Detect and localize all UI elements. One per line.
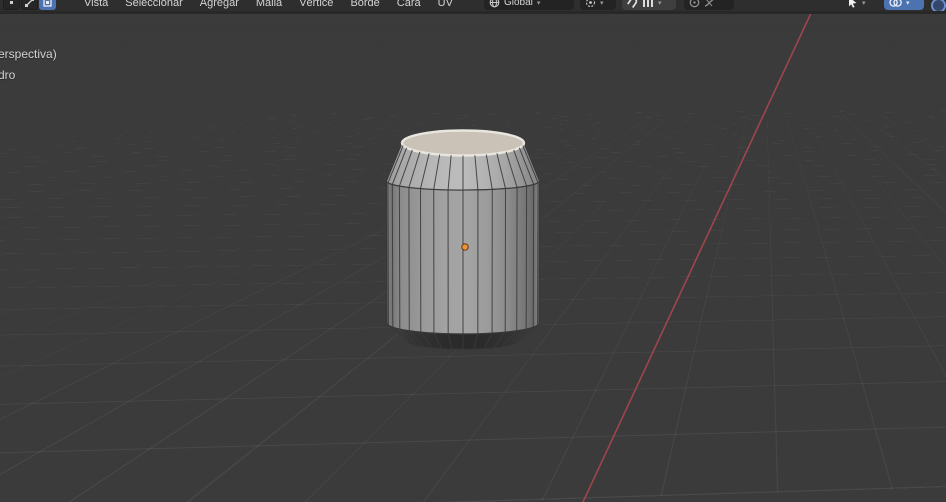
viewport-3d[interactable]: erspectiva) dro bbox=[0, 14, 946, 502]
globe-orientation-icon bbox=[489, 0, 500, 8]
dropdown-caret-icon: ▾ bbox=[862, 0, 866, 7]
transform-orientation-dropdown[interactable]: Global ▾ bbox=[484, 0, 574, 10]
cursor-gizmo-icon bbox=[849, 0, 857, 8]
falloff-curve-icon bbox=[704, 0, 714, 7]
menu-vertice[interactable]: Vértice bbox=[299, 0, 333, 9]
overlays-icon bbox=[889, 0, 902, 7]
menu-borde[interactable]: Borde bbox=[350, 0, 379, 9]
viewport-shading-sphere-icon[interactable] bbox=[931, 0, 946, 11]
x-axis-line bbox=[582, 14, 812, 502]
viewport-info-text: erspectiva) dro bbox=[0, 44, 57, 86]
pivot-point-dropdown[interactable]: ▾ bbox=[580, 0, 616, 10]
dropdown-caret-icon: ▾ bbox=[906, 0, 910, 7]
face-select-button[interactable] bbox=[39, 0, 56, 10]
vertex-select-button[interactable] bbox=[3, 0, 20, 10]
snap-target-icon bbox=[643, 0, 653, 7]
dropdown-caret-icon: ▾ bbox=[536, 0, 541, 7]
proportional-editing-icon bbox=[689, 0, 700, 8]
overlays-toggle-dropdown[interactable]: ▾ bbox=[884, 0, 924, 10]
edge-select-icon bbox=[25, 0, 34, 7]
menu-vista[interactable]: Vista bbox=[84, 0, 108, 9]
pivot-point-icon bbox=[585, 0, 596, 8]
menu-agregar[interactable]: Agregar bbox=[200, 0, 239, 9]
mesh-select-mode-group bbox=[3, 0, 56, 10]
editmode-header: Vista Seleccionar Agregar Malla Vértice … bbox=[0, 0, 946, 11]
magnet-snap-icon bbox=[627, 0, 638, 8]
menu-bar: Vista Seleccionar Agregar Malla Vértice … bbox=[84, 0, 453, 9]
vertex-select-icon bbox=[10, 1, 13, 4]
dropdown-caret-icon: ▾ bbox=[658, 0, 662, 7]
face-select-icon bbox=[43, 0, 52, 7]
menu-malla[interactable]: Malla bbox=[256, 0, 282, 9]
header-separator bbox=[0, 11, 946, 14]
object-origin-dot bbox=[461, 243, 469, 251]
transform-orientation-label: Global bbox=[504, 0, 533, 8]
cylinder-can-mesh[interactable] bbox=[385, 129, 541, 350]
object-name-text: dro bbox=[0, 68, 16, 82]
menu-cara[interactable]: Cara bbox=[397, 0, 421, 9]
viewport-overlay-svg bbox=[385, 14, 812, 502]
view-name-text: erspectiva) bbox=[0, 47, 57, 61]
menu-uv[interactable]: UV bbox=[438, 0, 453, 9]
edge-select-button[interactable] bbox=[21, 0, 38, 10]
gizmos-dropdown[interactable]: ▾ bbox=[842, 0, 882, 10]
menu-seleccionar[interactable]: Seleccionar bbox=[125, 0, 182, 9]
snapping-group[interactable]: ▾ bbox=[622, 0, 676, 10]
blender-window: Vista Seleccionar Agregar Malla Vértice … bbox=[0, 0, 946, 502]
dropdown-caret-icon: ▾ bbox=[600, 0, 604, 7]
can-top-cap bbox=[400, 129, 526, 157]
proportional-editing-group[interactable] bbox=[684, 0, 734, 10]
